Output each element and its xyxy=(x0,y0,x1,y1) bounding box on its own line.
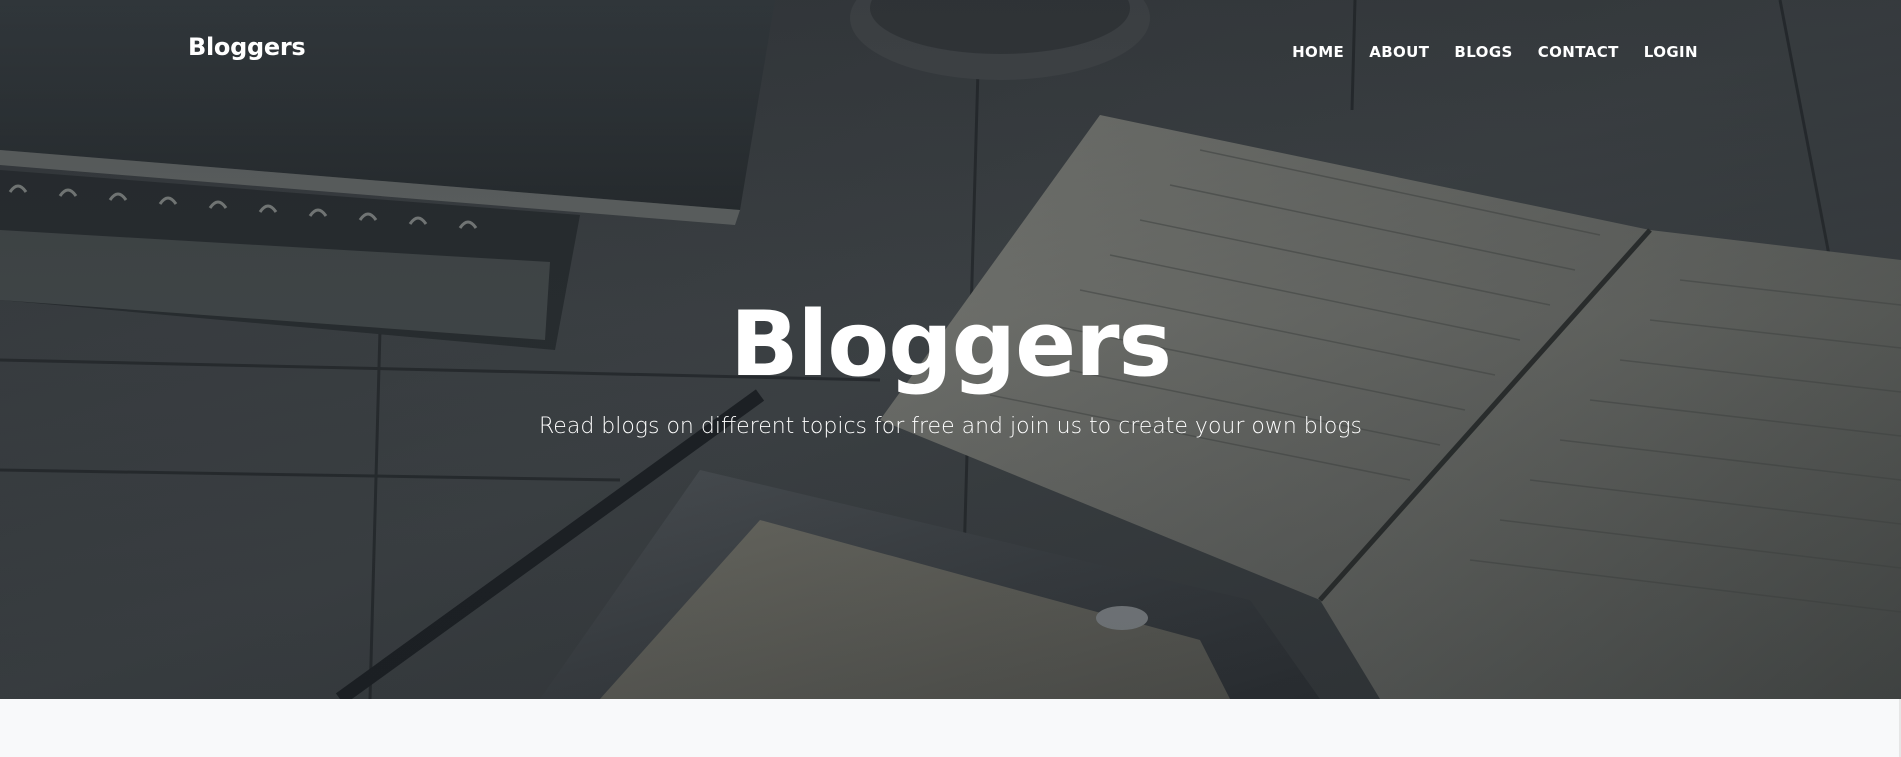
nav-link-blogs[interactable]: BLOGS xyxy=(1454,43,1512,61)
nav-link-login[interactable]: LOGIN xyxy=(1644,43,1698,61)
hero-subtitle: Read blogs on different topics for free … xyxy=(539,414,1362,439)
nav-link-about[interactable]: ABOUT xyxy=(1369,43,1429,61)
nav-link-contact[interactable]: CONTACT xyxy=(1538,43,1619,61)
nav-item-login: LOGIN xyxy=(1644,42,1698,61)
content-section xyxy=(0,699,1901,757)
hero-title: Bloggers xyxy=(729,292,1172,397)
main-nav: HOME ABOUT BLOGS CONTACT LOGIN xyxy=(1267,42,1698,61)
nav-item-blogs: BLOGS xyxy=(1454,42,1512,61)
nav-item-about: ABOUT xyxy=(1369,42,1429,61)
brand-logo-link[interactable]: Bloggers xyxy=(188,33,306,61)
hero-section: Bloggers HOME ABOUT BLOGS CONTACT LOGIN … xyxy=(0,0,1901,699)
nav-item-contact: CONTACT xyxy=(1538,42,1619,61)
nav-item-home: HOME xyxy=(1292,42,1344,61)
nav-link-home[interactable]: HOME xyxy=(1292,43,1344,61)
page: Bloggers HOME ABOUT BLOGS CONTACT LOGIN … xyxy=(0,0,1901,757)
